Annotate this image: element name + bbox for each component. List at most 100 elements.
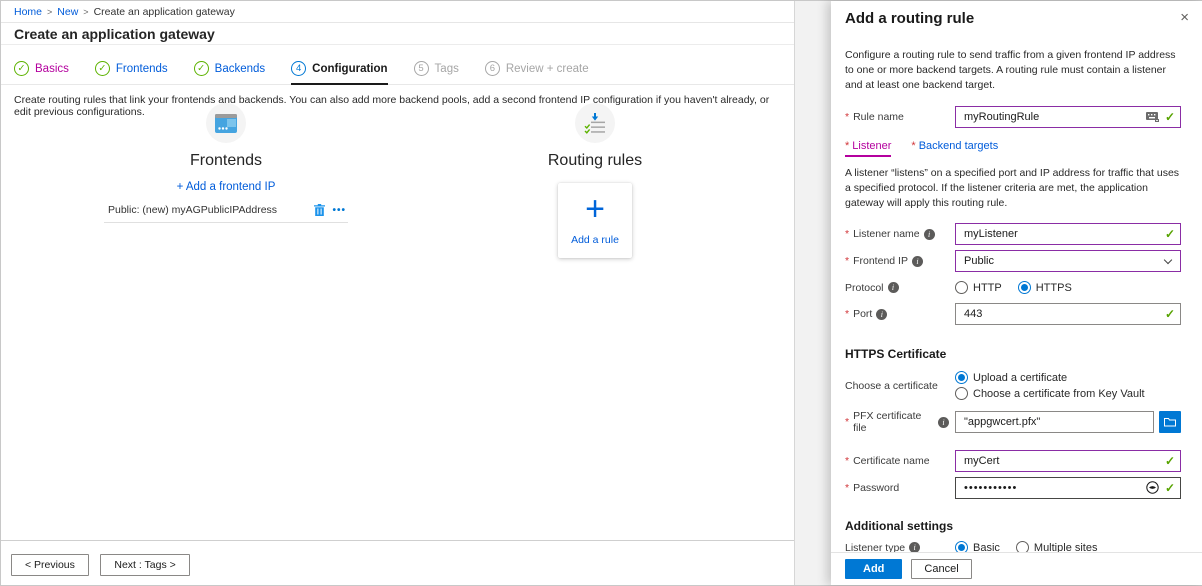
tab-label: Tags — [435, 63, 459, 75]
tab-configuration[interactable]: 4 Configuration — [291, 61, 387, 85]
main-content: Home > New > Create an application gatew… — [1, 1, 795, 585]
panel-description: Configure a routing rule to send traffic… — [845, 48, 1181, 94]
breadcrumb-separator-icon: > — [83, 7, 88, 17]
browse-folder-button[interactable] — [1159, 411, 1181, 433]
add-button[interactable]: Add — [845, 559, 902, 579]
check-circle-icon: ✓ — [14, 61, 29, 76]
radio-selected-icon — [1018, 281, 1031, 294]
routing-rules-title: Routing rules — [515, 152, 675, 170]
cancel-button[interactable]: Cancel — [911, 559, 971, 579]
protocol-http-radio[interactable]: HTTP — [955, 281, 1002, 294]
required-marker: * — [845, 140, 849, 152]
tab-label: Listener — [852, 140, 891, 152]
rule-name-label: * Rule name — [845, 111, 955, 123]
panel-footer: Add Cancel — [831, 552, 1202, 585]
breadcrumb: Home > New > Create an application gatew… — [1, 1, 794, 23]
breadcrumb-separator-icon: > — [47, 7, 52, 17]
tab-frontends[interactable]: ✓ Frontends — [95, 61, 168, 85]
frontends-icon — [206, 103, 246, 143]
upload-certificate-radio[interactable]: Upload a certificate — [955, 371, 1067, 384]
additional-settings-heading: Additional settings — [845, 519, 1181, 533]
tab-label: Backends — [215, 63, 266, 75]
tab-review-create[interactable]: 6 Review + create — [485, 61, 589, 85]
choose-certificate-label: Choose a certificate — [845, 380, 955, 392]
add-rule-label: Add a rule — [558, 234, 632, 246]
tab-backends[interactable]: ✓ Backends — [194, 61, 266, 85]
info-icon — [876, 309, 887, 320]
more-icon[interactable]: ••• — [332, 205, 346, 216]
pfx-file-input[interactable] — [955, 411, 1154, 433]
required-marker: * — [845, 111, 849, 123]
frontends-title: Frontends — [104, 152, 348, 170]
routing-rules-section: Routing rules + Add a rule — [515, 103, 675, 258]
required-marker: * — [845, 308, 849, 320]
frontends-section: Frontends + Add a frontend IP Public: (n… — [104, 103, 348, 223]
wizard-tabs: ✓ Basics ✓ Frontends ✓ Backends 4 Config… — [1, 61, 794, 85]
tab-basics[interactable]: ✓ Basics — [14, 61, 69, 85]
frontend-ip-select[interactable]: Public — [955, 250, 1181, 272]
frontend-ip-label: * Frontend IP — [845, 255, 955, 267]
tab-label: Review + create — [506, 63, 589, 75]
app-window: Home > New > Create an application gatew… — [0, 0, 1202, 586]
routing-rules-icon — [575, 103, 615, 143]
listener-name-input[interactable] — [955, 223, 1181, 245]
required-marker: * — [845, 255, 849, 267]
add-frontend-ip-link[interactable]: + Add a frontend IP — [177, 181, 276, 193]
port-input[interactable] — [955, 303, 1181, 325]
panel-title: Add a routing rule — [845, 10, 974, 27]
wizard-footer: < Previous Next : Tags > — [1, 540, 794, 585]
trash-icon[interactable] — [314, 204, 325, 216]
keyboard-icon — [1146, 112, 1159, 122]
close-icon[interactable]: × — [1180, 10, 1189, 25]
port-label: * Port — [845, 308, 955, 320]
info-icon — [924, 229, 935, 240]
keyvault-certificate-radio[interactable]: Choose a certificate from Key Vault — [955, 387, 1145, 400]
radio-selected-icon — [955, 371, 968, 384]
frontend-ip-label: Public: (new) myAGPublicIPAddress — [108, 204, 314, 216]
tab-backend-targets[interactable]: * Backend targets — [911, 140, 998, 157]
frontend-ip-value: Public — [964, 255, 994, 267]
check-circle-icon: ✓ — [194, 61, 209, 76]
tab-label: Frontends — [116, 63, 168, 75]
password-reveal-icon[interactable] — [1146, 481, 1159, 494]
listener-note: A listener “listens” on a specified port… — [845, 166, 1181, 212]
plus-icon: + — [558, 191, 632, 227]
pfx-file-label: * PFX certificate file — [845, 410, 955, 434]
required-marker: * — [845, 482, 849, 494]
certificate-name-label: * Certificate name — [845, 455, 955, 467]
breadcrumb-home-link[interactable]: Home — [14, 6, 42, 18]
info-icon — [888, 282, 899, 293]
required-marker: * — [845, 228, 849, 240]
tab-label: Backend targets — [919, 140, 999, 152]
add-rule-card[interactable]: + Add a rule — [558, 183, 632, 258]
protocol-label: Protocol — [845, 282, 955, 294]
next-tags-button[interactable]: Next : Tags > — [100, 554, 189, 576]
add-routing-rule-panel: Add a routing rule × Configure a routing… — [831, 1, 1202, 585]
tab-label: Configuration — [312, 63, 387, 75]
tab-label: Basics — [35, 63, 69, 75]
required-marker: * — [911, 140, 915, 152]
required-marker: * — [845, 455, 849, 467]
protocol-https-radio[interactable]: HTTPS — [1018, 281, 1072, 294]
tab-tags[interactable]: 5 Tags — [414, 61, 459, 85]
password-label: * Password — [845, 482, 955, 494]
previous-button[interactable]: < Previous — [11, 554, 89, 576]
info-icon — [912, 256, 923, 267]
info-icon — [938, 417, 949, 428]
step-number-circle: 5 — [414, 61, 429, 76]
step-number-circle: 6 — [485, 61, 500, 76]
step-number-circle: 4 — [291, 61, 306, 76]
page-title: Create an application gateway — [1, 23, 794, 45]
listener-name-label: * Listener name — [845, 228, 955, 240]
panel-tabs: * Listener * Backend targets — [845, 140, 1181, 157]
https-certificate-heading: HTTPS Certificate — [845, 347, 1181, 361]
breadcrumb-new-link[interactable]: New — [57, 6, 78, 18]
breadcrumb-current: Create an application gateway — [94, 6, 235, 18]
frontend-ip-row[interactable]: Public: (new) myAGPublicIPAddress ••• — [104, 204, 348, 223]
required-marker: * — [845, 416, 849, 428]
radio-icon — [955, 387, 968, 400]
tab-listener[interactable]: * Listener — [845, 140, 891, 157]
check-circle-icon: ✓ — [95, 61, 110, 76]
radio-icon — [955, 281, 968, 294]
certificate-name-input[interactable] — [955, 450, 1181, 472]
